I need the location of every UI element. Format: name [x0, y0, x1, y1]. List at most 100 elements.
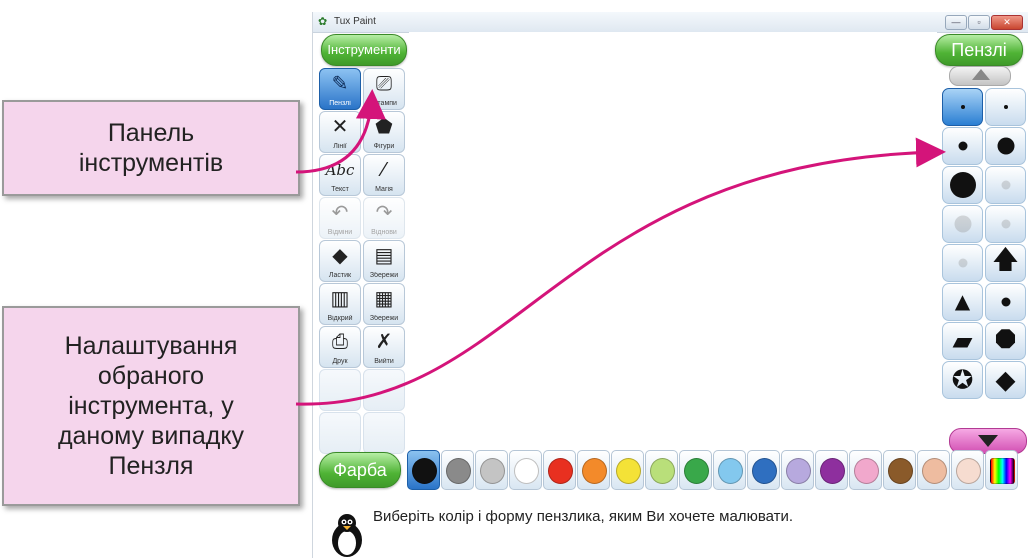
- tool-label: Фігури: [373, 143, 395, 150]
- brush-button[interactable]: [942, 205, 983, 243]
- color-blob-icon: [752, 458, 777, 484]
- text-icon: Abc: [325, 161, 355, 179]
- color-swatch[interactable]: [543, 450, 576, 490]
- tool-button[interactable]: ⎚ Штампи: [363, 68, 405, 110]
- color-swatch[interactable]: [747, 450, 780, 490]
- lines-icon: ✕: [331, 116, 349, 138]
- tux-paint-window: ✿ Tux Paint — ▫ ✕ Інструменти ✎ Пензлі ⎚ Шт…: [312, 12, 1028, 558]
- tool-button[interactable]: ✗ Вийти: [363, 326, 405, 368]
- color-swatch[interactable]: [577, 450, 610, 490]
- color-blob-icon: [412, 458, 437, 484]
- brush-button[interactable]: [985, 88, 1026, 126]
- fuzzy-dot-brush-icon: [1001, 219, 1010, 229]
- tool-button[interactable]: ⬟ Фігури: [363, 111, 405, 153]
- arrow-up-brush-icon: 🡅: [992, 244, 1019, 274]
- color-swatch[interactable]: [611, 450, 644, 490]
- tool-button[interactable]: ▤ Збережи: [363, 240, 405, 282]
- tool-button[interactable]: ✎ Пензлі: [319, 68, 361, 110]
- app-icon: ✿: [318, 16, 328, 28]
- small-dot-brush-icon: [958, 141, 967, 151]
- brush-button[interactable]: [985, 283, 1026, 321]
- brush-button[interactable]: [942, 88, 983, 126]
- tool-slot-empty: [319, 369, 361, 411]
- brush-button[interactable]: [942, 166, 983, 204]
- shapes-icon: ⬟: [375, 116, 393, 138]
- diamond-brush-icon: ◆: [995, 364, 1016, 395]
- color-swatch[interactable]: [509, 450, 542, 490]
- tool-button[interactable]: ⎙ Друк: [319, 326, 361, 368]
- brush-button[interactable]: [942, 127, 983, 165]
- color-swatch[interactable]: [951, 450, 984, 490]
- brushes-scroll-up-button[interactable]: [949, 66, 1011, 86]
- tool-button[interactable]: ▥ Відкрий: [319, 283, 361, 325]
- color-swatch[interactable]: [781, 450, 814, 490]
- fuzzy-dot-brush-icon: [958, 258, 967, 268]
- tool-label: Друк: [332, 358, 348, 365]
- tool-label: Штампи: [371, 100, 397, 107]
- magic-wand-icon: ⁄: [382, 159, 386, 181]
- tool-button[interactable]: Abc Текст: [319, 154, 361, 196]
- drawing-canvas[interactable]: [409, 32, 937, 456]
- color-blob-icon: [650, 458, 675, 484]
- fuzzy-dot-brush-icon: [1001, 180, 1010, 190]
- info-message: Виберіть колір і форму пензлика, яким Ви…: [373, 508, 794, 525]
- color-blob-icon: [582, 458, 607, 484]
- print-icon: ⎙: [332, 331, 348, 353]
- brushes-panel: 🡅 ▲ ▰ ⯃ ✪ ◆: [942, 88, 1026, 399]
- color-blob-icon: [820, 458, 845, 484]
- color-swatch[interactable]: [407, 450, 440, 490]
- tiny-dot-brush-icon: [1003, 105, 1008, 109]
- brush-button[interactable]: ▰: [942, 322, 983, 360]
- brush-button[interactable]: ✪: [942, 361, 983, 399]
- small-dot-brush-icon: [1001, 297, 1010, 307]
- brush-button[interactable]: [985, 127, 1026, 165]
- tool-label: Збережи: [369, 315, 399, 322]
- color-swatch[interactable]: [849, 450, 882, 490]
- tool-button[interactable]: ⁄ Магія: [363, 154, 405, 196]
- color-swatch[interactable]: [441, 450, 474, 490]
- brush-button[interactable]: [985, 205, 1026, 243]
- arrow-up-icon: [972, 69, 990, 80]
- paint-label: Фарба: [319, 452, 401, 488]
- tool-label: Відкрий: [327, 315, 353, 322]
- tool-label: Збережи: [369, 272, 399, 279]
- close-button[interactable]: ✕: [991, 15, 1023, 30]
- tool-button[interactable]: ◆ Ластик: [319, 240, 361, 282]
- star-brush-icon: ✪: [951, 364, 974, 395]
- color-swatch[interactable]: [917, 450, 950, 490]
- save-icon: ▦: [374, 288, 394, 310]
- color-swatch[interactable]: [815, 450, 848, 490]
- brush-button[interactable]: [942, 244, 983, 282]
- color-swatch[interactable]: [645, 450, 678, 490]
- brush-button[interactable]: ◆: [985, 361, 1026, 399]
- color-swatch[interactable]: [883, 450, 916, 490]
- settings-callout: Налаштування обраного інструмента, у дан…: [2, 306, 300, 506]
- color-palette: [407, 450, 1025, 490]
- brush-icon: ✎: [331, 73, 349, 95]
- color-swatch[interactable]: [713, 450, 746, 490]
- tool-label: Магія: [375, 186, 393, 193]
- tool-label: Віднови: [371, 229, 397, 236]
- maximize-button[interactable]: ▫: [968, 15, 990, 30]
- brush-button[interactable]: [985, 166, 1026, 204]
- tool-button[interactable]: ↷ Віднови: [363, 197, 405, 239]
- color-blob-icon: [514, 458, 539, 484]
- color-swatch[interactable]: [679, 450, 712, 490]
- tool-button[interactable]: ✕ Лінії: [319, 111, 361, 153]
- brush-button[interactable]: ▲: [942, 283, 983, 321]
- new-page-icon: ▤: [374, 245, 394, 267]
- toolbar-callout-text: Панель інструментів: [78, 119, 224, 177]
- color-blob-icon: [480, 458, 505, 484]
- brush-button[interactable]: ⯃: [985, 322, 1026, 360]
- tools-panel: ✎ Пензлі ⎚ Штампи ✕ Лінії ⬟ Фігури Abc Текст ⁄ Магі…: [319, 68, 407, 454]
- tiny-dot-brush-icon: [960, 105, 965, 109]
- tool-button[interactable]: ▦ Збережи: [363, 283, 405, 325]
- minimize-button[interactable]: —: [945, 15, 967, 30]
- color-blob-icon: [616, 458, 641, 484]
- redo-icon: ↷: [375, 202, 393, 224]
- color-picker-swatch[interactable]: [985, 450, 1018, 490]
- brush-button[interactable]: 🡅: [985, 244, 1026, 282]
- color-blob-icon: [990, 458, 1015, 484]
- color-swatch[interactable]: [475, 450, 508, 490]
- tool-button[interactable]: ↶ Відміни: [319, 197, 361, 239]
